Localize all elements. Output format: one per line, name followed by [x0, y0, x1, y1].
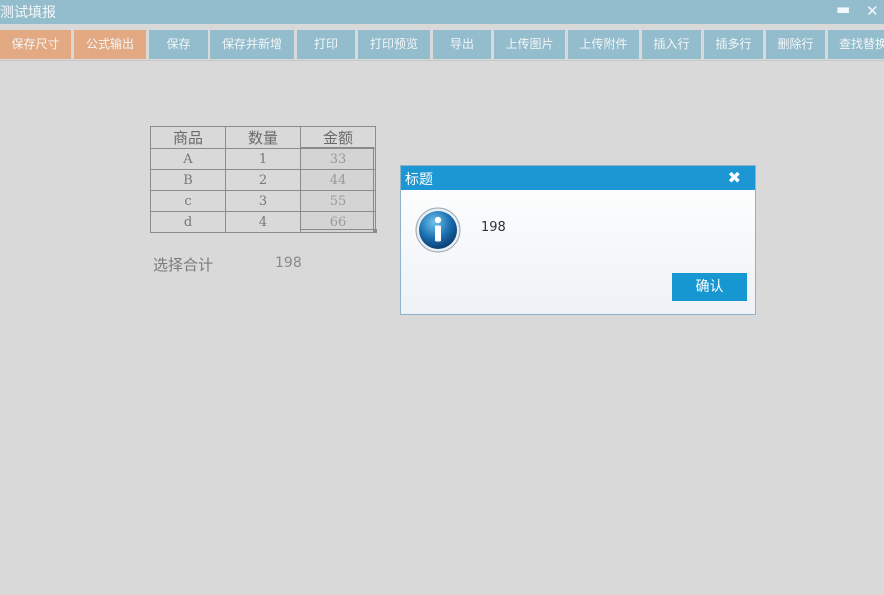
dialog-message: 198: [481, 220, 506, 235]
dialog-title: 标题: [405, 172, 433, 188]
table-cell[interactable]: 55: [300, 190, 376, 212]
data-table: 商品 数量 金额 A 1 33 B 2 44 c 3 55 d 4 66: [150, 126, 376, 233]
formula-output-button[interactable]: 公式输出: [74, 30, 146, 59]
window-titlebar: 测试填报 ▬ ✕: [0, 0, 884, 24]
close-icon[interactable]: ✕: [866, 2, 879, 20]
save-button[interactable]: 保存: [149, 30, 208, 59]
table-row: c 3 55: [150, 190, 376, 212]
insert-rows-button[interactable]: 插多行: [704, 30, 763, 59]
toolbar-divider: [0, 60, 884, 61]
table-row: d 4 66: [150, 211, 376, 233]
table-cell[interactable]: 66: [300, 211, 376, 233]
dialog-close-icon[interactable]: ✖: [728, 168, 741, 187]
table-cell[interactable]: 1: [225, 148, 301, 170]
window-title: 测试填报: [0, 5, 56, 21]
table-cell[interactable]: 44: [300, 169, 376, 191]
table-cell[interactable]: 33: [300, 148, 376, 170]
upload-image-button[interactable]: 上传图片: [494, 30, 565, 59]
table-cell[interactable]: A: [150, 148, 226, 170]
info-icon: [415, 207, 461, 253]
save-and-new-button[interactable]: 保存并新增: [210, 30, 294, 59]
table-header-row: 商品 数量 金额: [150, 126, 376, 149]
table-row: B 2 44: [150, 169, 376, 191]
column-header-product[interactable]: 商品: [150, 126, 226, 149]
delete-row-button[interactable]: 删除行: [766, 30, 825, 59]
dialog-header[interactable]: 标题 ✖: [401, 166, 755, 190]
minimize-icon[interactable]: ▬: [836, 0, 850, 18]
confirm-button[interactable]: 确认: [672, 273, 747, 301]
selection-sum-value: 198: [275, 255, 302, 271]
selection-sum-label: 选择合计: [153, 256, 214, 274]
message-dialog: 标题 ✖ 198 确认: [400, 165, 756, 315]
column-header-amount[interactable]: 金额: [300, 126, 376, 149]
table-cell[interactable]: 2: [225, 169, 301, 191]
table-cell[interactable]: B: [150, 169, 226, 191]
toolbar: 保存尺寸 公式输出 保存 保存并新增 打印 打印预览 导出 上传图片 上传附件 …: [0, 30, 884, 59]
table-cell[interactable]: c: [150, 190, 226, 212]
table-cell[interactable]: 3: [225, 190, 301, 212]
export-button[interactable]: 导出: [433, 30, 491, 59]
column-header-quantity[interactable]: 数量: [225, 126, 301, 149]
print-preview-button[interactable]: 打印预览: [358, 30, 430, 59]
upload-attachment-button[interactable]: 上传附件: [568, 30, 639, 59]
save-size-button[interactable]: 保存尺寸: [0, 30, 71, 59]
table-row: A 1 33: [150, 148, 376, 170]
print-button[interactable]: 打印: [297, 30, 355, 59]
table-cell[interactable]: d: [150, 211, 226, 233]
table-cell[interactable]: 4: [225, 211, 301, 233]
insert-row-button[interactable]: 插入行: [642, 30, 701, 59]
find-replace-button[interactable]: 查找替换: [828, 30, 884, 59]
